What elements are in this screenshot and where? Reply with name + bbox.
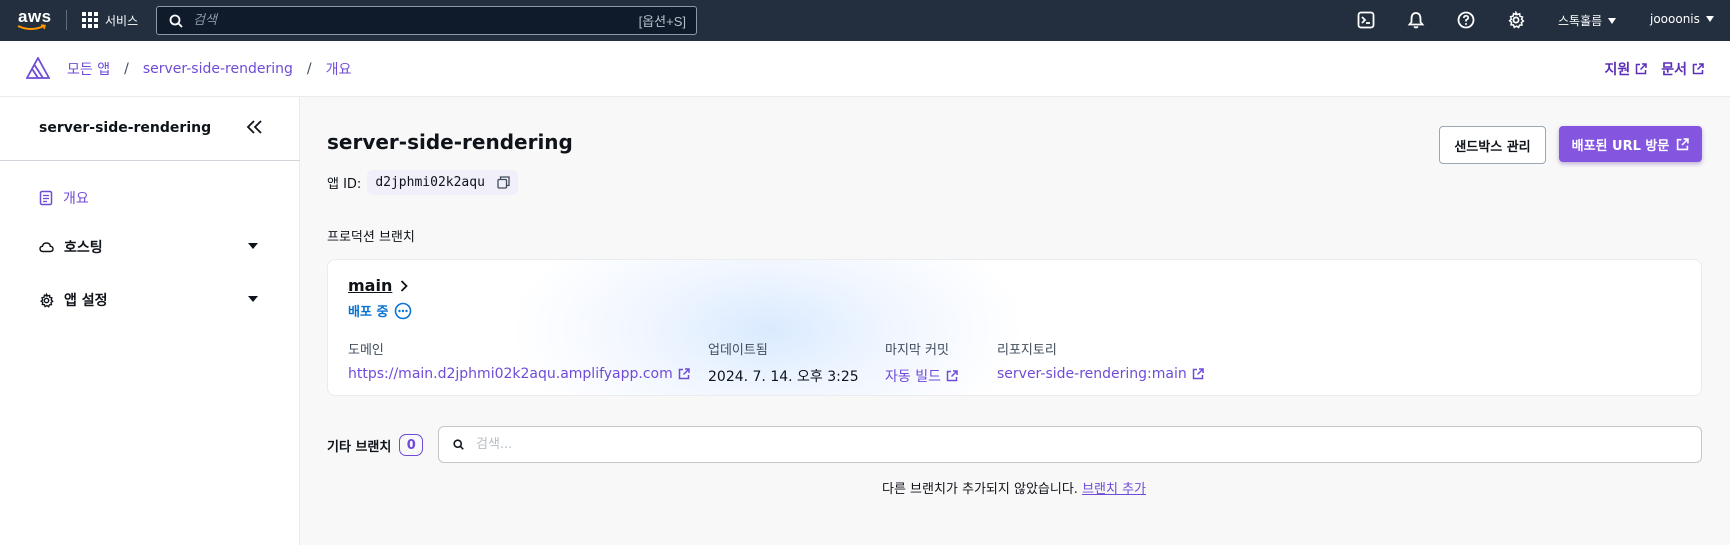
docs-link[interactable]: 문서: [1661, 59, 1704, 79]
sidebar-divider: [0, 160, 300, 161]
other-branches-label: 기타 브랜치: [327, 439, 392, 455]
other-branches-heading: 기타 브랜치 0: [327, 434, 424, 456]
sidebar-item-label: 앱 설정: [64, 293, 108, 309]
sidebar-title: server-side-rendering: [39, 120, 212, 136]
manage-sandbox-button[interactable]: 샌드박스 관리: [1439, 126, 1546, 164]
docs-label: 문서: [1661, 62, 1687, 78]
chevron-down-icon: [1705, 16, 1714, 22]
nav-divider: [66, 10, 67, 30]
domain-link[interactable]: https://main.d2jphmi02k2aqu.amplifyapp.c…: [348, 366, 690, 382]
services-menu-button[interactable]: 서비스: [82, 10, 138, 30]
sidebar-item-app-settings[interactable]: 앱 설정: [39, 290, 108, 310]
support-link[interactable]: 지원: [1604, 59, 1647, 79]
app-id-value: d2jphmi02k2aqu: [375, 175, 485, 190]
chevron-right-icon: [401, 279, 409, 292]
breadcrumb-separator: /: [306, 61, 312, 77]
external-link-icon: [1192, 368, 1204, 380]
updated-label: 업데이트됨: [708, 343, 768, 358]
sidebar-item-label: 개요: [63, 191, 89, 207]
domain-label: 도메인: [348, 343, 384, 358]
branch-name-link[interactable]: main: [348, 276, 409, 295]
external-link-icon: [946, 370, 958, 382]
copy-icon[interactable]: [497, 176, 510, 189]
external-link-icon: [678, 368, 690, 380]
settings-icon: [40, 292, 54, 308]
search-icon: [453, 439, 464, 450]
in-progress-icon: [395, 302, 412, 319]
search-icon: [169, 14, 183, 28]
last-commit-value: 자동 빌드: [885, 369, 941, 385]
services-label: 서비스: [105, 13, 139, 28]
app-id-row: 앱 ID: d2jphmi02k2aqu: [327, 170, 518, 195]
visit-url-label: 배포된 URL 방문: [1571, 138, 1670, 154]
add-branch-link[interactable]: 브랜치 추가: [1082, 482, 1146, 497]
repository-link[interactable]: server-side-rendering:main: [997, 366, 1204, 382]
domain-column: 도메인 https://main.d2jphmi02k2aqu.amplifya…: [348, 339, 690, 382]
aws-logo[interactable]: aws: [16, 6, 52, 34]
branch-filter[interactable]: [438, 426, 1702, 463]
account-label: joooonis: [1650, 12, 1700, 26]
sidebar-item-label: 호스팅: [64, 240, 103, 256]
breadcrumb-all-apps[interactable]: 모든 앱: [67, 59, 110, 79]
amplify-logo-icon[interactable]: [26, 57, 50, 79]
notifications-icon[interactable]: [1406, 10, 1426, 30]
last-commit-label: 마지막 커밋: [885, 343, 949, 358]
global-search[interactable]: [옵션+S]: [156, 6, 697, 35]
production-branch-card: main 배포 중 도메인 https://main.d2jphmi02k2aq…: [327, 259, 1702, 396]
region-label: 스톡홀름: [1558, 14, 1603, 28]
empty-message-text: 다른 브랜치가 추가되지 않았습니다.: [881, 482, 1078, 497]
repository-column: 리포지토리 server-side-rendering:main: [997, 339, 1204, 382]
repository-value: server-side-rendering:main: [997, 366, 1187, 382]
region-selector[interactable]: 스톡홀름: [1558, 12, 1617, 29]
collapse-sidebar-icon[interactable]: [246, 119, 264, 135]
last-commit-column: 마지막 커밋 자동 빌드: [885, 339, 958, 386]
page-title: server-side-rendering: [327, 130, 573, 154]
support-label: 지원: [1604, 62, 1631, 78]
breadcrumb-app[interactable]: server-side-rendering: [143, 61, 293, 77]
caret-down-icon[interactable]: [248, 243, 258, 249]
cloudshell-icon[interactable]: [1356, 10, 1376, 30]
other-branches-count-badge: 0: [399, 434, 424, 456]
caret-down-icon[interactable]: [248, 296, 258, 302]
production-branch-heading: 프로덕션 브랜치: [327, 230, 415, 245]
visit-deployed-url-button[interactable]: 배포된 URL 방문: [1559, 126, 1702, 162]
breadcrumb: 모든 앱 / server-side-rendering / 개요: [67, 59, 351, 79]
deploy-status: 배포 중: [348, 301, 412, 320]
settings-icon[interactable]: [1506, 10, 1526, 30]
deploy-status-label: 배포 중: [348, 305, 389, 320]
top-links: 지원 문서: [1604, 59, 1704, 79]
help-icon[interactable]: [1456, 10, 1476, 30]
sidebar-item-overview[interactable]: 개요: [39, 188, 89, 208]
external-link-icon: [1677, 137, 1690, 150]
aws-smile-icon: [17, 24, 47, 30]
chevron-down-icon: [1608, 17, 1617, 24]
breadcrumb-separator: /: [124, 61, 129, 77]
search-shortcut-hint: [옵션+S]: [638, 14, 686, 29]
updated-column: 업데이트됨 2024. 7. 14. 오후 3:25: [708, 339, 859, 386]
domain-value: https://main.d2jphmi02k2aqu.amplifyapp.c…: [348, 366, 673, 382]
top-navigation: aws 서비스 [옵션+S] 스톡홀름 joooonis: [0, 0, 1730, 41]
breadcrumb-bar: 모든 앱 / server-side-rendering / 개요 지원 문서: [0, 41, 1730, 97]
cloud-icon: [39, 242, 54, 253]
last-commit-link[interactable]: 자동 빌드: [885, 366, 958, 386]
repository-label: 리포지토리: [997, 343, 1057, 358]
sidebar-item-hosting[interactable]: 호스팅: [39, 237, 103, 257]
branch-filter-input[interactable]: [476, 437, 1701, 452]
branch-name: main: [348, 276, 393, 295]
document-icon: [39, 190, 53, 206]
updated-value: 2024. 7. 14. 오후 3:25: [708, 369, 859, 385]
app-id-value-box: d2jphmi02k2aqu: [367, 170, 518, 195]
external-link-icon: [1635, 63, 1647, 75]
empty-branches-message: 다른 브랜치가 추가되지 않았습니다. 브랜치 추가: [0, 478, 1730, 497]
app-id-label: 앱 ID:: [327, 177, 362, 192]
external-link-icon: [1692, 63, 1704, 75]
breadcrumb-current: 개요: [325, 62, 352, 78]
global-search-input[interactable]: [193, 13, 639, 28]
account-menu[interactable]: joooonis: [1650, 12, 1714, 26]
services-grid-icon: [82, 12, 98, 28]
